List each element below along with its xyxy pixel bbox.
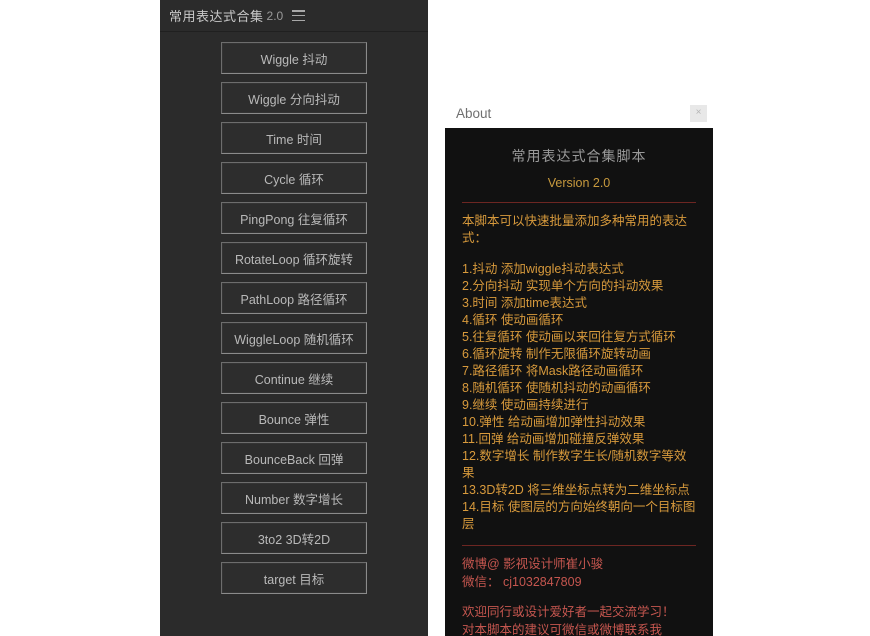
expr-button-wiggle-directional[interactable]: Wiggle 分向抖动 [221, 82, 367, 114]
expr-button-3to2[interactable]: 3to2 3D转2D [221, 522, 367, 554]
close-icon[interactable]: × [690, 104, 707, 122]
feature-item: 3.时间 添加time表达式 [462, 296, 588, 310]
feature-item: 9.继续 使动画持续进行 [462, 398, 589, 412]
expr-button-pathloop[interactable]: PathLoop 路径循环 [221, 282, 367, 314]
panel-title: 常用表达式合集 [169, 9, 264, 24]
expr-button-number[interactable]: Number 数字增长 [221, 482, 367, 514]
about-titlebar: About × [445, 98, 713, 128]
hamburger-icon[interactable] [292, 10, 306, 21]
about-window-title: About [456, 105, 492, 121]
welcome-line-1: 欢迎同行或设计爱好者一起交流学习！ [462, 605, 675, 619]
feature-item: 4.循环 使动画循环 [462, 313, 564, 327]
expr-button-bounceback[interactable]: BounceBack 回弹 [221, 442, 367, 474]
about-heading: 常用表达式合集脚本 [511, 148, 647, 164]
expr-button-target[interactable]: target 目标 [221, 562, 367, 594]
expr-button-pingpong[interactable]: PingPong 往复循环 [221, 202, 367, 234]
welcome-line-2: 对本脚本的建议可微信或微博联系我 [462, 623, 663, 636]
panel-titlebar: 常用表达式合集 2.0 [160, 0, 428, 32]
feature-item: 7.路径循环 将Mask路径动画循环 [462, 364, 644, 378]
feature-item: 1.抖动 添加wiggle抖动表达式 [462, 262, 624, 276]
feature-item: 12.数字增长 制作数字生长/随机数字等效果 [462, 449, 687, 480]
divider-bottom [462, 545, 696, 546]
contact-weibo: 微博@ 影视设计师崔小骏 [462, 557, 604, 571]
about-content: 常用表达式合集脚本 Version 2.0 本脚本可以快速批量添加多种常用的表达… [445, 128, 713, 636]
feature-item: 5.往复循环 使动画以来回往复方式循环 [462, 330, 676, 344]
expr-button-time[interactable]: Time 时间 [221, 122, 367, 154]
about-intro: 本脚本可以快速批量添加多种常用的表达式： [462, 214, 688, 245]
expr-button-cycle[interactable]: Cycle 循环 [221, 162, 367, 194]
expr-button-continue[interactable]: Continue 继续 [221, 362, 367, 394]
about-version: Version 2.0 [547, 176, 611, 190]
feature-item: 6.循环旋转 制作无限循环旋转动画 [462, 347, 651, 361]
screen: 常用表达式合集 2.0 Wiggle 抖动 Wiggle 分向抖动 Time 时… [0, 0, 870, 636]
feature-item: 2.分向抖动 实现单个方向的抖动效果 [462, 279, 664, 293]
about-feature-list: 1.抖动 添加wiggle抖动表达式 2.分向抖动 实现单个方向的抖动效果 3.… [462, 261, 696, 533]
feature-item: 8.随机循环 使随机抖动的动画循环 [462, 381, 651, 395]
expression-script-panel: 常用表达式合集 2.0 Wiggle 抖动 Wiggle 分向抖动 Time 时… [160, 0, 428, 636]
expression-button-list: Wiggle 抖动 Wiggle 分向抖动 Time 时间 Cycle 循环 P… [160, 32, 428, 594]
contact-wechat: 微信： cj1032847809 [462, 575, 582, 589]
expr-button-wiggle[interactable]: Wiggle 抖动 [221, 42, 367, 74]
feature-item: 11.回弹 给动画增加碰撞反弹效果 [462, 432, 645, 446]
feature-item: 14.目标 使图层的方向始终朝向一个目标图层 [462, 500, 696, 531]
divider-top [462, 202, 696, 203]
feature-item: 13.3D转2D 将三维坐标点转为二维坐标点 [462, 483, 690, 497]
panel-title-version: 2.0 [266, 8, 284, 23]
about-window: About × 常用表达式合集脚本 Version 2.0 本脚本可以快速批量添… [445, 98, 713, 636]
expr-button-bounce[interactable]: Bounce 弹性 [221, 402, 367, 434]
feature-item: 10.弹性 给动画增加弹性抖动效果 [462, 415, 646, 429]
contact-block: 微博@ 影视设计师崔小骏 微信： cj1032847809 欢迎同行或设计爱好者… [462, 555, 696, 636]
expr-button-wiggleloop[interactable]: WiggleLoop 随机循环 [221, 322, 367, 354]
expr-button-rotateloop[interactable]: RotateLoop 循环旋转 [221, 242, 367, 274]
